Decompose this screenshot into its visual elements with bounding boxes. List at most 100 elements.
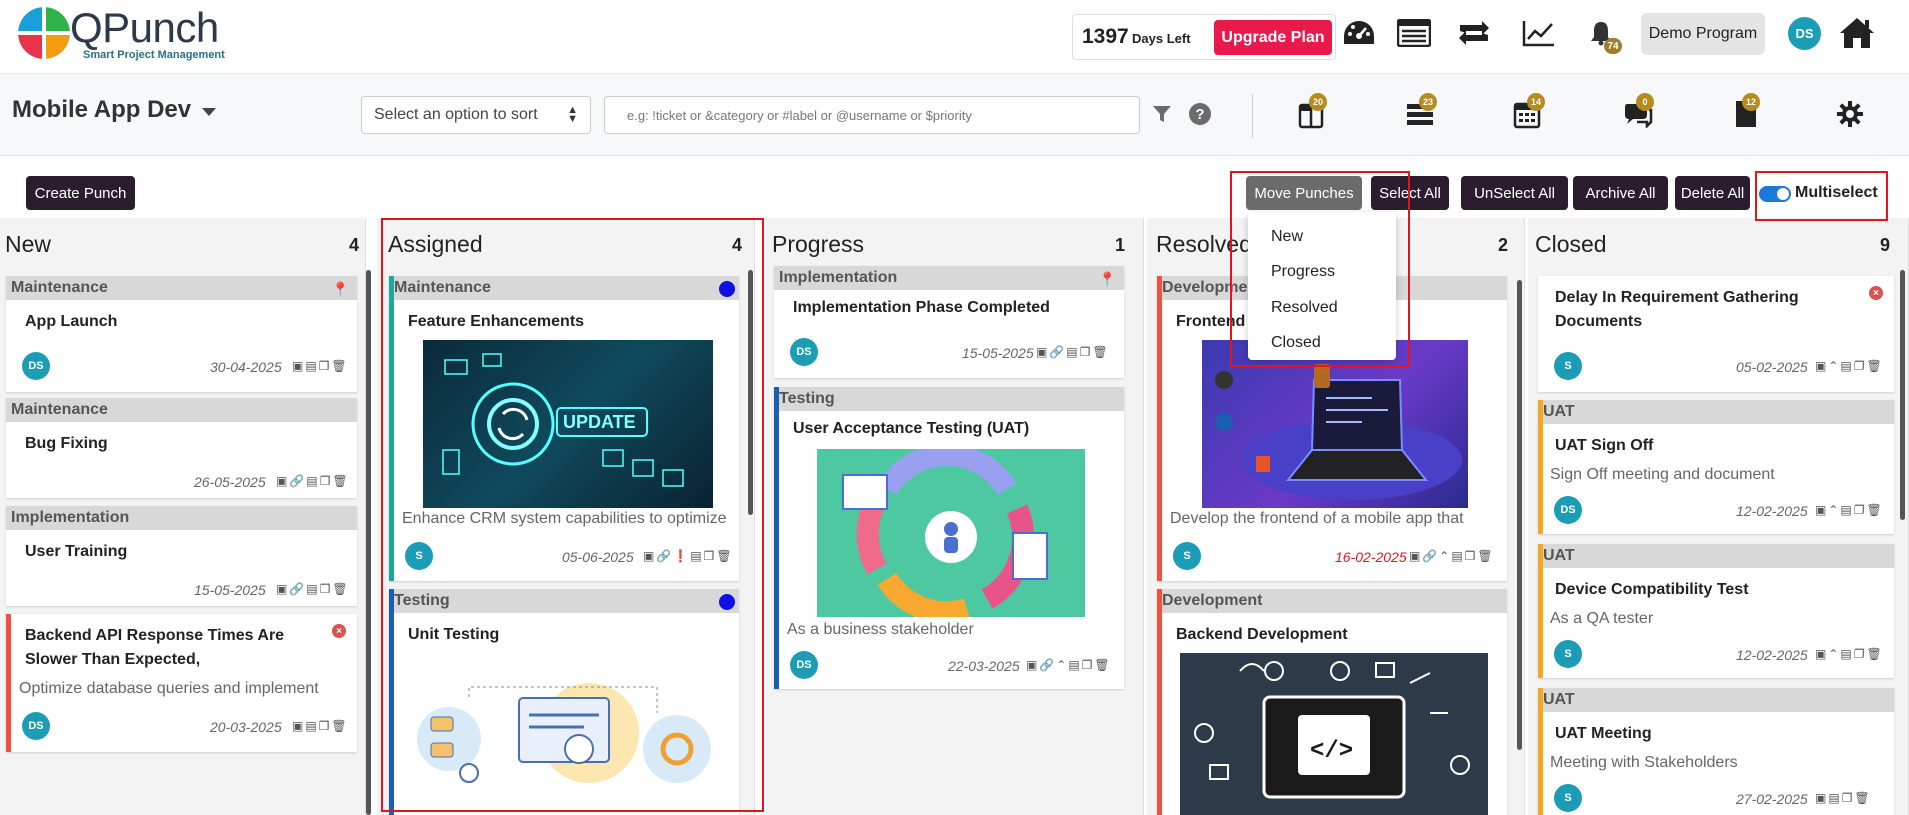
close-icon[interactable]: ×: [1869, 286, 1883, 300]
move-option-resolved[interactable]: Resolved: [1271, 299, 1338, 317]
punch-card[interactable]: Testing User Acceptance Testing (UAT) As…: [774, 387, 1124, 689]
card-actions-icon[interactable]: ▣▤❐🗑: [1815, 791, 1872, 805]
punch-card[interactable]: Development Backend Development </>: [1157, 589, 1507, 815]
assignee-avatar[interactable]: DS: [22, 352, 50, 380]
priority-bar: [1538, 688, 1543, 815]
card-actions-icon[interactable]: ▣🔗⌃▤❐🗑: [1409, 549, 1495, 563]
upgrade-plan-button[interactable]: Upgrade Plan: [1214, 20, 1332, 55]
card-title: UAT Sign Off: [1555, 437, 1654, 454]
close-icon[interactable]: ×: [332, 624, 346, 638]
assignee-avatar[interactable]: S: [1554, 352, 1582, 380]
assignee-avatar[interactable]: DS: [22, 712, 50, 740]
punch-card[interactable]: UAT UAT Meeting Meeting with Stakeholder…: [1538, 688, 1894, 815]
card-actions-icon[interactable]: ▣▤❐🗑: [292, 719, 349, 733]
card-description: Meeting with Stakeholders: [1550, 754, 1738, 771]
card-category: Maintenance: [6, 276, 357, 300]
card-actions-icon[interactable]: ▣⌃▤❐🗑: [1815, 647, 1884, 661]
analytics-icon[interactable]: [1520, 14, 1558, 52]
assignee-avatar[interactable]: S: [1173, 542, 1201, 570]
assignee-avatar[interactable]: S: [405, 542, 433, 570]
punch-board-badge: 20: [1309, 93, 1327, 111]
sort-select-value: Select an option to sort: [374, 106, 538, 123]
project-title[interactable]: Mobile App Dev: [12, 96, 191, 124]
card-title: App Launch: [25, 313, 118, 330]
program-selector[interactable]: Demo Program: [1641, 13, 1765, 55]
archive-all-button[interactable]: Archive All: [1573, 176, 1668, 210]
punch-card[interactable]: UAT UAT Sign Off Sign Off meeting and do…: [1538, 400, 1894, 534]
status-dot: [719, 281, 735, 297]
sync-icon[interactable]: [1455, 14, 1493, 52]
punch-card[interactable]: × Backend API Response Times Are Slower …: [6, 614, 357, 752]
search-input[interactable]: [604, 96, 1140, 134]
move-option-closed[interactable]: Closed: [1271, 334, 1321, 352]
punch-card[interactable]: UAT Device Compatibility Test As a QA te…: [1538, 544, 1894, 678]
create-punch-button[interactable]: Create Punch: [26, 176, 135, 210]
home-icon[interactable]: [1838, 14, 1876, 52]
help-icon[interactable]: ?: [1189, 103, 1211, 125]
due-date: 12-02-2025: [1736, 503, 1808, 519]
move-punches-button[interactable]: Move Punches: [1246, 176, 1362, 210]
due-date: 15-05-2025: [194, 582, 266, 598]
assignee-avatar[interactable]: S: [1554, 784, 1582, 812]
unselect-all-button[interactable]: UnSelect All: [1461, 176, 1568, 210]
column-scrollbar[interactable]: [748, 270, 753, 515]
column-scrollbar[interactable]: [366, 270, 371, 815]
due-date: 12-02-2025: [1736, 647, 1808, 663]
chevron-down-icon[interactable]: [202, 108, 216, 116]
card-actions-icon[interactable]: ▣⌃▤❐🗑: [1815, 503, 1884, 517]
punch-card[interactable]: Testing Unit Testing: [389, 589, 739, 815]
card-category: Maintenance: [6, 398, 357, 422]
column-count: 4: [732, 235, 743, 255]
dashboard-icon[interactable]: [1340, 14, 1378, 52]
column-scrollbar[interactable]: [1900, 270, 1905, 520]
card-category: UAT: [1538, 688, 1894, 712]
card-actions-icon[interactable]: ▣🔗▤❐🗑: [1036, 345, 1110, 359]
card-image: [409, 653, 717, 803]
card-image: </>: [1180, 653, 1488, 815]
delete-all-button[interactable]: Delete All: [1675, 176, 1750, 210]
column-title: Progress: [772, 231, 865, 257]
filter-icon[interactable]: [1152, 104, 1172, 129]
assignee-avatar[interactable]: DS: [790, 338, 818, 366]
pin-icon[interactable]: 📍: [1099, 271, 1116, 288]
punch-card[interactable]: × Delay In Requirement Gathering Documen…: [1538, 276, 1894, 392]
list-view-icon[interactable]: [1395, 14, 1433, 52]
card-actions-icon[interactable]: ▣🔗⌃▤❐🗑: [1026, 658, 1112, 672]
assignee-avatar[interactable]: S: [1554, 640, 1582, 668]
multiselect-toggle[interactable]: [1759, 186, 1791, 202]
punch-card[interactable]: Maintenance Feature Enhancements UPDATE …: [389, 276, 739, 581]
select-all-button[interactable]: Select All: [1371, 176, 1449, 210]
toolbar-divider: [1252, 94, 1253, 138]
assignee-avatar[interactable]: DS: [1554, 496, 1582, 524]
user-avatar[interactable]: DS: [1788, 17, 1821, 50]
card-actions-icon[interactable]: ▣🔗❗▤❐🗑: [643, 549, 734, 563]
move-option-new[interactable]: New: [1271, 228, 1303, 246]
card-description: Sign Off meeting and document: [1550, 466, 1775, 483]
due-date: 20-03-2025: [210, 719, 282, 735]
card-actions-icon[interactable]: ▣🔗▤❐🗑: [276, 474, 350, 488]
pin-icon[interactable]: 📍: [332, 281, 349, 298]
assignee-avatar[interactable]: DS: [790, 651, 818, 679]
card-actions-icon[interactable]: ▣▤❐🗑: [292, 359, 349, 373]
gear-icon[interactable]: [1832, 96, 1868, 132]
notification-badge: 74: [1604, 38, 1622, 54]
move-option-progress[interactable]: Progress: [1271, 263, 1335, 281]
column-count: 4: [349, 235, 360, 255]
card-actions-icon[interactable]: ▣🔗▤❐🗑: [276, 582, 350, 596]
due-date: 15-05-2025: [962, 345, 1034, 361]
card-description: As a QA tester: [1550, 610, 1654, 627]
status-dot: [719, 594, 735, 610]
qpunch-logo[interactable]: [18, 7, 70, 59]
card-description: Develop the frontend of a mobile app tha…: [1170, 510, 1464, 527]
sort-select[interactable]: Select an option to sort ▲ ▼: [361, 96, 591, 134]
punch-card[interactable]: Maintenance Bug Fixing 26-05-2025 ▣🔗▤❐🗑: [6, 398, 357, 498]
column-scrollbar[interactable]: [1517, 280, 1522, 750]
card-category: UAT: [1538, 544, 1894, 568]
card-title-line1: Delay In Requirement Gathering: [1555, 289, 1799, 306]
punch-card[interactable]: Implementation 📍 Implementation Phase Co…: [774, 266, 1124, 378]
card-actions-icon[interactable]: ▣⌃▤❐🗑: [1815, 359, 1884, 373]
punch-card[interactable]: Implementation User Training 15-05-2025 …: [6, 506, 357, 606]
punch-card[interactable]: Maintenance 📍 App Launch DS 30-04-2025 ▣…: [6, 276, 357, 392]
card-title: Implementation Phase Completed: [793, 299, 1050, 316]
svg-text:</>: </>: [1310, 738, 1353, 765]
